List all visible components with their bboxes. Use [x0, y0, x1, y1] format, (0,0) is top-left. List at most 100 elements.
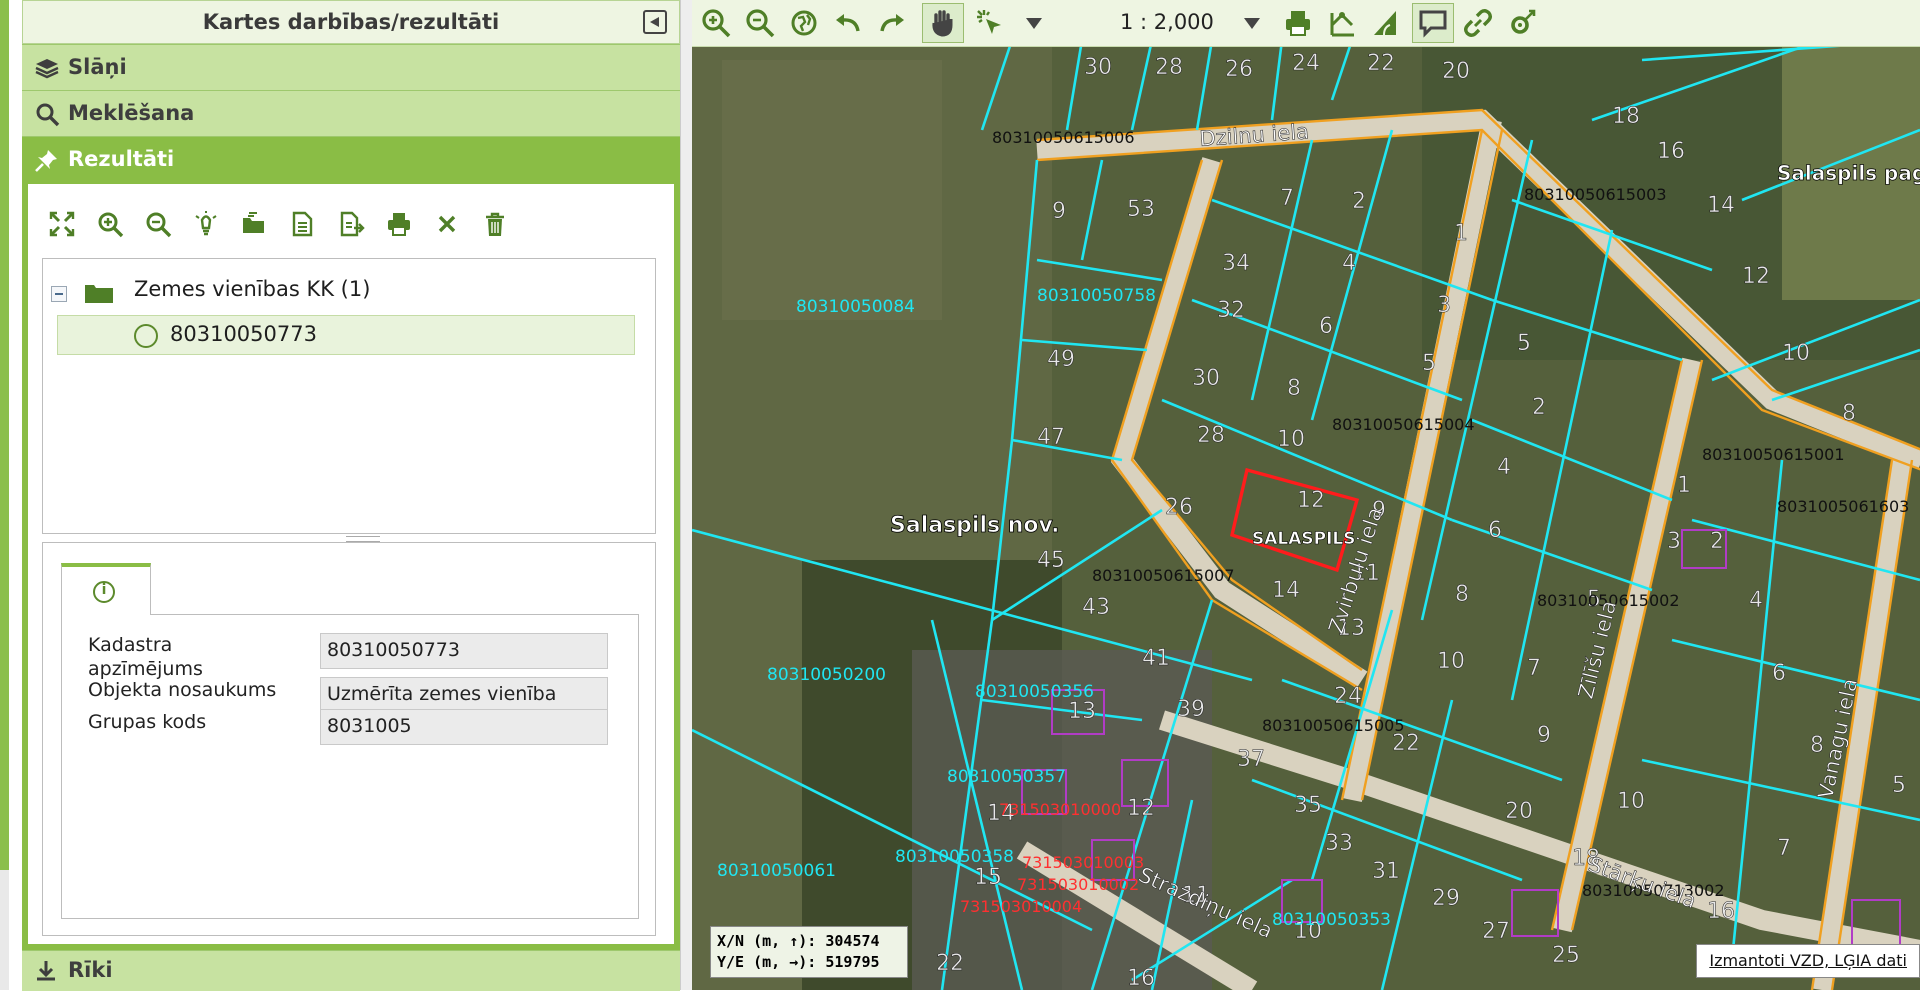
field-label: Kadastra apzīmējums — [88, 634, 203, 680]
search-icon — [36, 103, 60, 127]
svg-text:9: 9 — [1052, 199, 1066, 224]
svg-text:7: 7 — [1527, 656, 1541, 681]
cadastre-code-field[interactable]: 80310050773 — [320, 633, 608, 669]
svg-text:41: 41 — [1142, 646, 1170, 671]
accordion-label: Rezultāti — [68, 147, 175, 171]
object-name-field[interactable]: Uzmērīta zemes vienība — [320, 677, 608, 713]
list-item[interactable]: 80310050773 — [57, 315, 635, 355]
panel-header: Kartes darbības/rezultāti — [22, 0, 680, 44]
svg-text:6: 6 — [1319, 314, 1333, 339]
globe-icon[interactable] — [788, 7, 820, 39]
tab-info[interactable] — [61, 563, 151, 615]
settings-icon[interactable] — [1506, 7, 1538, 39]
svg-text:30: 30 — [1084, 55, 1112, 80]
svg-text:24: 24 — [1292, 51, 1320, 76]
print-icon[interactable] — [385, 210, 413, 238]
scale-dropdown-icon[interactable] — [1236, 7, 1268, 39]
svg-text:80310050357: 80310050357 — [947, 767, 1066, 787]
svg-text:4: 4 — [1342, 251, 1356, 276]
accordion-label: Rīki — [68, 958, 113, 982]
accordion-layers[interactable]: Slāņi — [22, 44, 680, 90]
svg-text:8: 8 — [1287, 376, 1301, 401]
field-label: Objekta nosaukums — [88, 679, 277, 701]
accordion-tools[interactable]: Rīki — [22, 950, 680, 991]
document-icon[interactable] — [288, 210, 316, 238]
svg-text:20: 20 — [1505, 799, 1533, 824]
svg-text:15: 15 — [974, 865, 1002, 890]
svg-text:80310050615006: 80310050615006 — [992, 128, 1135, 147]
svg-text:3: 3 — [1437, 293, 1451, 318]
export-document-icon[interactable] — [337, 210, 365, 238]
zoom-extent-icon[interactable] — [48, 210, 76, 238]
info-icon — [93, 581, 115, 603]
svg-text:32: 32 — [1217, 298, 1245, 323]
svg-text:10: 10 — [1277, 427, 1305, 452]
svg-text:25: 25 — [1552, 943, 1580, 968]
identify-icon[interactable] — [1417, 7, 1449, 39]
svg-text:4: 4 — [1497, 455, 1511, 480]
svg-text:4: 4 — [1749, 588, 1763, 613]
svg-text:5: 5 — [1517, 331, 1531, 356]
select-icon[interactable] — [974, 7, 1006, 39]
svg-text:3: 3 — [1667, 529, 1681, 554]
group-label[interactable]: Zemes vienības KK (1) — [134, 277, 370, 301]
y-coordinate: Y/E (m, →): 519795 — [717, 953, 880, 971]
zoom-out-icon[interactable] — [744, 7, 776, 39]
svg-text:43: 43 — [1082, 595, 1110, 620]
measure-icon[interactable] — [1326, 7, 1358, 39]
collapse-group-toggle[interactable] — [51, 286, 67, 302]
print-icon[interactable] — [1282, 7, 1314, 39]
svg-text:Salaspils nov.: Salaspils nov. — [890, 513, 1059, 538]
dropdown-icon[interactable] — [1018, 7, 1050, 39]
highlight-icon[interactable] — [192, 210, 220, 238]
svg-text:9: 9 — [1537, 723, 1551, 748]
undo-icon[interactable] — [832, 7, 864, 39]
svg-text:80310050358: 80310050358 — [895, 847, 1014, 867]
map-canvas[interactable]: 30 28 26 24 22 20 18161412108 9 53 7 21 34 43326 … — [692, 0, 1920, 990]
svg-text:35: 35 — [1294, 793, 1322, 818]
svg-text:30: 30 — [1192, 366, 1220, 391]
svg-text:7: 7 — [1280, 186, 1294, 211]
close-icon[interactable] — [433, 210, 461, 238]
coordinates-readout: X/N (m, ↑): 304574 Y/E (m, →): 519795 — [710, 926, 908, 978]
map-view[interactable]: 30 28 26 24 22 20 18 16 14 12 10 8 9 53 7 2 1 34 4 3 32 6 … — [692, 0, 1920, 990]
svg-text:22: 22 — [1367, 51, 1395, 76]
open-folder-icon[interactable] — [240, 210, 268, 238]
svg-text:34: 34 — [1222, 251, 1250, 276]
pan-hand-icon[interactable] — [927, 7, 959, 39]
svg-text:1: 1 — [1454, 221, 1468, 246]
pin-icon — [35, 150, 57, 172]
group-code-field[interactable]: 8031005 — [320, 709, 608, 745]
left-edge-strip-bottom — [0, 870, 9, 990]
svg-text:27: 27 — [1482, 919, 1510, 944]
collapse-panel-button[interactable] — [643, 10, 667, 34]
svg-text:39: 39 — [1177, 697, 1205, 722]
svg-text:80310050061: 80310050061 — [717, 861, 836, 881]
accordion-search[interactable]: Meklēšana — [22, 90, 680, 136]
zoom-out-icon[interactable] — [144, 210, 172, 238]
panel-title: Kartes darbības/rezultāti — [202, 10, 500, 34]
result-item-label: 80310050773 — [170, 322, 317, 346]
svg-text:18: 18 — [1612, 104, 1640, 129]
svg-text:49: 49 — [1047, 347, 1075, 372]
attribution-link[interactable]: Izmantoti VZD, LĢIA dati — [1696, 944, 1920, 978]
compass-icon — [134, 324, 158, 348]
svg-text:5: 5 — [1892, 773, 1906, 798]
results-tree: Zemes vienības KK (1) 80310050773 — [42, 258, 656, 534]
link-icon[interactable] — [1462, 7, 1494, 39]
svg-text:731503010003: 731503010003 — [1022, 853, 1144, 872]
svg-text:80310050758: 80310050758 — [1037, 286, 1156, 306]
svg-text:28: 28 — [1197, 423, 1225, 448]
map-toolbar: 1 : 2,000 — [692, 0, 1920, 47]
svg-text:Salaspils pag: Salaspils pag — [1777, 161, 1920, 185]
left-edge-strip — [0, 0, 9, 870]
redo-icon[interactable] — [876, 7, 908, 39]
results-toolbar — [48, 210, 524, 244]
angle-icon[interactable] — [1370, 7, 1402, 39]
info-tab-body: Kadastra apzīmējums 80310050773 Objekta … — [61, 614, 639, 919]
zoom-in-icon[interactable] — [96, 210, 124, 238]
trash-icon[interactable] — [481, 210, 509, 238]
accordion-results[interactable]: Rezultāti — [22, 136, 680, 184]
zoom-in-icon[interactable] — [700, 7, 732, 39]
svg-text:10: 10 — [1782, 341, 1810, 366]
